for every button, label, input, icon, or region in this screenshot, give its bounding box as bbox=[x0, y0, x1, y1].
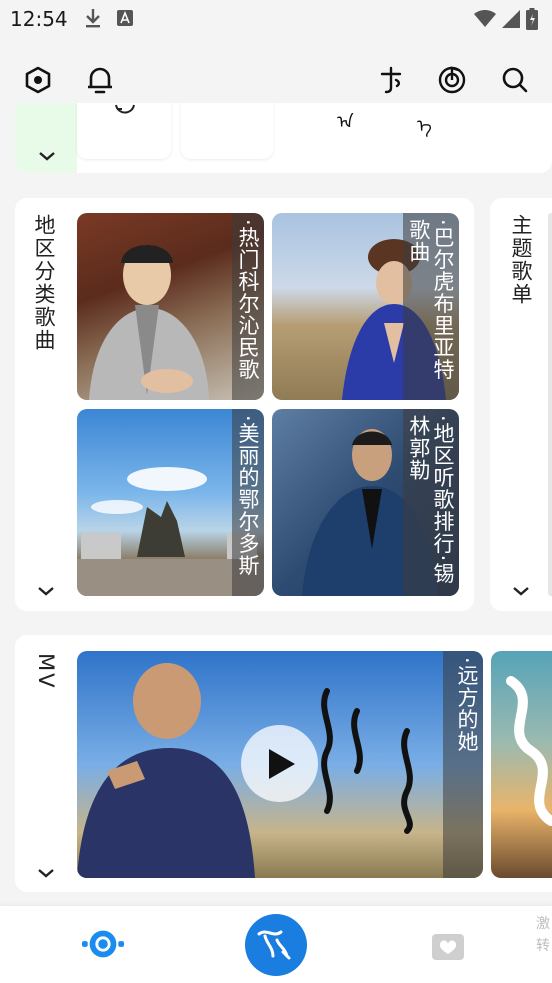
nav-label-line: 激 bbox=[536, 916, 550, 932]
top-category-card: ᠠ ᠡ bbox=[15, 103, 552, 173]
bottom-navigation: 激 转 bbox=[0, 906, 552, 983]
theme-playlist-section: 主题歌单 bbox=[490, 198, 552, 611]
radio-icon[interactable] bbox=[82, 926, 124, 962]
tile-script-label: ᠡ bbox=[417, 116, 432, 137]
mv-tile[interactable]: ·远方的她 bbox=[77, 651, 483, 878]
wifi-icon bbox=[474, 9, 496, 32]
chevron-down-icon[interactable] bbox=[37, 149, 57, 163]
play-icon bbox=[268, 748, 295, 779]
mongolian-logo-icon bbox=[257, 930, 291, 960]
play-button[interactable] bbox=[241, 725, 318, 802]
search-icon[interactable] bbox=[500, 65, 530, 95]
chevron-down-icon[interactable] bbox=[511, 584, 531, 598]
tile-caption: ·远方的她 bbox=[443, 651, 483, 878]
category-tile[interactable] bbox=[181, 103, 273, 159]
music-disc-icon[interactable] bbox=[437, 65, 467, 95]
status-time: 12:54 bbox=[10, 7, 68, 31]
chevron-down-icon[interactable] bbox=[36, 584, 56, 598]
mv-thumbnail bbox=[506, 676, 552, 826]
tile-caption: ·美丽的鄂尔多斯 bbox=[231, 409, 264, 596]
signal-icon bbox=[502, 10, 520, 32]
tile-caption: ·地区听歌排行·锡林郭勒 bbox=[402, 409, 459, 596]
download-icon bbox=[84, 7, 102, 33]
tile-script-label: ᠠ bbox=[337, 112, 354, 133]
bell-icon[interactable] bbox=[85, 65, 115, 95]
a-notification-icon bbox=[117, 10, 133, 30]
playlist-tile[interactable]: ·巴尔虎布里亚特歌曲 bbox=[272, 213, 459, 400]
category-tile[interactable] bbox=[77, 103, 171, 159]
playlist-tile-edge[interactable] bbox=[548, 213, 552, 596]
section-title: 主题歌单 bbox=[509, 214, 533, 306]
tile-caption: ·巴尔虎布里亚特歌曲 bbox=[402, 213, 459, 400]
playlist-tile[interactable]: ·美丽的鄂尔多斯 bbox=[77, 409, 264, 596]
status-bar: 12:54 bbox=[0, 0, 552, 40]
category-tile[interactable]: ᠠ ᠡ bbox=[285, 103, 552, 159]
playlist-tile[interactable]: ·地区听歌排行·锡林郭勒 bbox=[272, 409, 459, 596]
regional-songs-section: 地区分类歌曲 ·热门科尔沁民歌 ·巴尔虎布里亚特歌曲 ·美丽的鄂尔多斯 ·地区听… bbox=[15, 198, 474, 611]
hexagon-settings-icon[interactable] bbox=[23, 65, 53, 95]
home-logo-button[interactable] bbox=[245, 914, 307, 976]
tile-caption: ·热门科尔沁民歌 bbox=[231, 213, 264, 400]
section-title: MV bbox=[34, 653, 58, 690]
section-title: 地区分类歌曲 bbox=[32, 214, 56, 352]
chevron-down-icon[interactable] bbox=[36, 866, 56, 880]
battery-icon bbox=[526, 8, 538, 34]
top-toolbar bbox=[0, 55, 552, 105]
mv-tile[interactable] bbox=[491, 651, 552, 878]
nav-label-line: 转 bbox=[536, 937, 550, 954]
playlist-tile[interactable]: ·热门科尔沁民歌 bbox=[77, 213, 264, 400]
nav-right-label[interactable]: 激 转 bbox=[536, 914, 552, 957]
mv-section: MV ·远方的她 bbox=[15, 635, 552, 892]
mongolian-script-icon[interactable] bbox=[376, 65, 406, 95]
library-icon[interactable] bbox=[430, 928, 466, 962]
